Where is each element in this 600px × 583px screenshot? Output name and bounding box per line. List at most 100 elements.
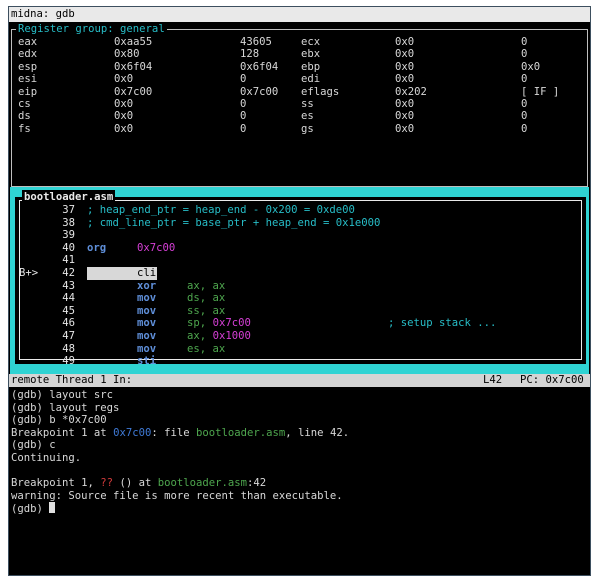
source-mnemonic: mov [137, 304, 157, 317]
line-number: 43 [62, 279, 75, 292]
status-thread: remote Thread 1 In: [11, 374, 133, 386]
console-text: : file [151, 426, 196, 439]
line-number: 39 [62, 229, 75, 242]
reg-natural: [ IF ] [521, 85, 560, 98]
register-panel: Register group: general eax 0xaa55 43605 ec… [11, 22, 588, 187]
source-operand: 0x1000 [212, 330, 251, 342]
reg-name: esp [18, 60, 38, 73]
source-mnemonic: cli [137, 267, 157, 279]
source-comment: ; cmd_line_ptr = base_ptr + heap_end = 0… [87, 216, 381, 229]
source-mnemonic: mov [137, 317, 157, 330]
source-line[interactable]: 43 xor ax, ax [17, 280, 577, 293]
reg-natural: 0 [521, 98, 528, 110]
source-line[interactable]: 45 mov ss, ax [17, 305, 577, 318]
reg-name: fs [18, 122, 31, 135]
reg-natural: 0x7c00 [240, 85, 279, 98]
source-line[interactable]: 37 ; heap_end_ptr = heap_end - 0x200 = 0x… [17, 204, 577, 217]
reg-hex: 0x0 [395, 122, 415, 135]
line-number: 44 [62, 292, 75, 305]
source-line[interactable]: 40 org 0x7c00 [17, 242, 577, 255]
source-line[interactable]: 38 ; cmd_line_ptr = base_ptr + heap_end =… [17, 217, 577, 230]
line-number: 47 [62, 330, 75, 342]
line-number: 41 [62, 254, 75, 267]
console-text: (gdb) c [11, 439, 56, 452]
source-line-current[interactable]: B+> 42 cli [17, 267, 577, 280]
reg-hex: 0x0 [395, 110, 415, 123]
line-number: 37 [62, 204, 75, 216]
line-number: 49 [62, 355, 75, 368]
source-mnemonic: xor [137, 279, 157, 292]
source-line[interactable]: 46 mov sp, 0x7c00 ; setup stack ... [17, 317, 577, 330]
reg-hex: 0xaa55 [114, 36, 153, 48]
source-mnemonic: mov [137, 330, 157, 342]
source-line[interactable]: 49 sti [17, 355, 577, 368]
source-mnemonic: org [87, 241, 107, 254]
reg-name: esi [18, 73, 38, 86]
window-title: midna: gdb [9, 7, 590, 22]
reg-name: ss [301, 98, 314, 110]
reg-name: ds [18, 110, 31, 123]
source-operand: ax, [187, 330, 213, 342]
reg-natural: 0x6f04 [240, 60, 279, 73]
gdb-console[interactable]: (gdb) layout src (gdb) layout regs (gdb) b… [11, 389, 588, 515]
reg-hex: 0x0 [395, 60, 415, 73]
source-line[interactable]: 44 mov ds, ax [17, 292, 577, 305]
terminal-window[interactable]: midna: gdb Register group: general eax 0x… [8, 6, 591, 576]
reg-hex: 0x202 [395, 85, 427, 98]
reg-natural: 0 [521, 48, 528, 61]
line-number: 48 [62, 342, 75, 355]
status-pc: PC: 0x7c00 [520, 374, 584, 386]
console-line: Breakpoint 1, ?? () at bootloader.asm:42 [11, 477, 588, 490]
line-number: 38 [62, 216, 75, 229]
breakpoint-marker: B+> [19, 267, 39, 279]
console-line: (gdb) c [11, 439, 588, 452]
reg-name: es [301, 110, 314, 123]
console-text: bootloader.asm [157, 477, 248, 490]
console-line: (gdb) b *0x7c00 [11, 414, 588, 427]
reg-hex: 0x0 [114, 98, 134, 110]
reg-natural: 0 [240, 73, 247, 86]
source-panel[interactable]: bootloader.asm 37 ; heap_end_ptr = heap_e… [10, 187, 589, 374]
source-line[interactable]: 48 mov es, ax [17, 343, 577, 356]
reg-name: ebx [301, 48, 321, 61]
reg-name: eflags [301, 85, 340, 98]
source-file-title: bootloader.asm [22, 190, 116, 204]
reg-name: edi [301, 73, 321, 86]
reg-natural: 0 [521, 73, 528, 86]
console-prompt: (gdb) [11, 503, 50, 516]
reg-natural: 0x0 [521, 60, 541, 73]
console-line: warning: Source file is more recent than… [11, 490, 588, 503]
reg-hex: 0x0 [395, 98, 415, 110]
console-line: Continuing. [11, 452, 588, 465]
source-operand: ax, ax [187, 279, 226, 292]
reg-hex: 0x6f04 [114, 60, 153, 73]
source-operand: es, ax [187, 342, 226, 355]
reg-hex: 0x0 [395, 36, 415, 48]
text-cursor [49, 502, 56, 514]
console-line: Breakpoint 1 at 0x7c00: file bootloader.… [11, 427, 588, 440]
line-number: 40 [62, 241, 75, 254]
line-number: 45 [62, 304, 75, 317]
console-text: () at [113, 477, 158, 490]
console-text: :42 [247, 477, 267, 490]
console-prompt-line[interactable]: (gdb) [11, 502, 588, 515]
reg-hex: 0x80 [114, 48, 140, 61]
reg-natural: 0 [521, 122, 528, 135]
source-operand: 0x7c00 [212, 317, 251, 330]
reg-name: gs [301, 122, 314, 135]
source-operand: ds, ax [187, 292, 226, 305]
source-line[interactable]: 41 [17, 254, 577, 267]
source-line[interactable]: 47 mov ax, 0x1000 [17, 330, 577, 343]
reg-hex: 0x0 [114, 122, 134, 135]
reg-hex: 0x7c00 [114, 85, 153, 98]
reg-name: cs [18, 98, 31, 110]
reg-hex: 0x0 [114, 110, 134, 123]
console-text: , line 42. [285, 426, 350, 439]
console-line: (gdb) layout regs [11, 402, 588, 415]
register-group-title: Register group: general [16, 22, 167, 36]
reg-natural: 43605 [240, 36, 272, 48]
reg-hex: 0x0 [395, 48, 415, 61]
reg-natural: 0 [521, 36, 528, 48]
reg-natural: 0 [240, 122, 247, 135]
source-line[interactable]: 39 [17, 229, 577, 242]
